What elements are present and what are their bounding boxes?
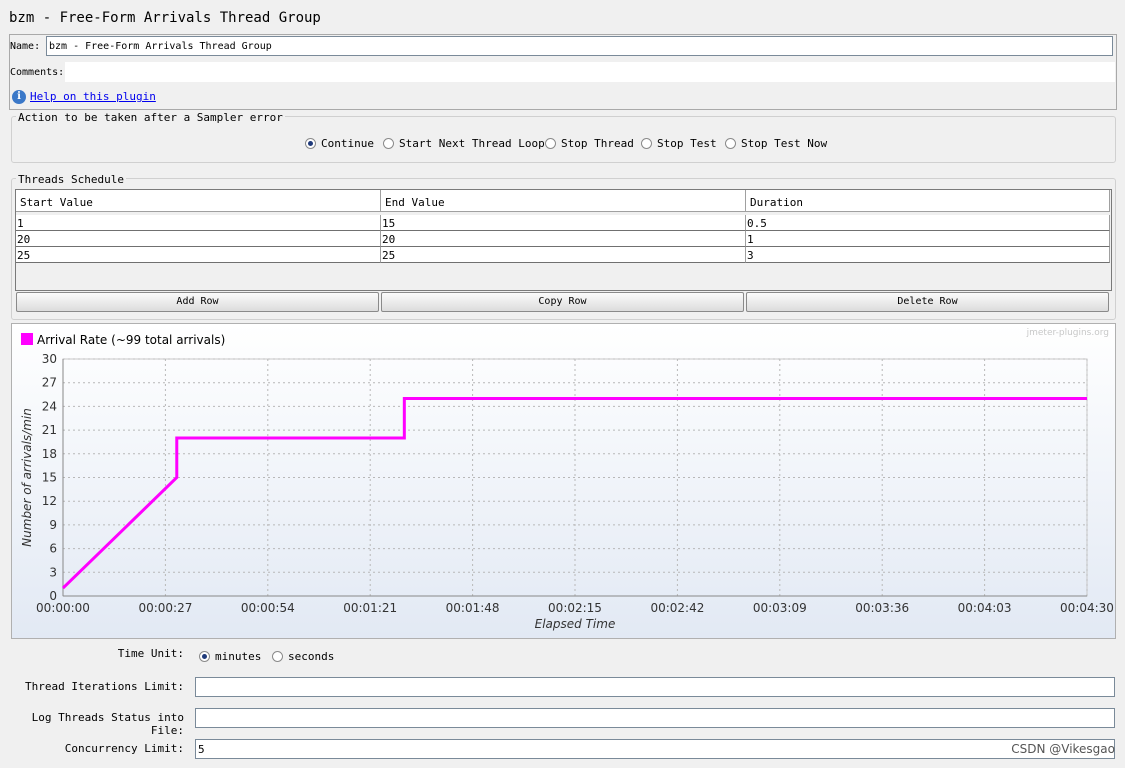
- chart-watermark: jmeter-plugins.org: [1026, 328, 1109, 338]
- y-tick-label: 30: [42, 352, 57, 366]
- table-cell[interactable]: 20: [381, 231, 746, 247]
- y-tick-label: 6: [49, 542, 57, 556]
- arrival-rate-chart: 0 3 6 9 12 15 18 21 24 27 30 00:00:00 00:00:27 00:00:…: [11, 323, 1116, 639]
- x-tick-label: 00:01:48: [446, 601, 500, 615]
- add-row-button[interactable]: Add Row: [16, 292, 379, 312]
- log-status-label: Log Threads Status into File:: [31, 711, 184, 737]
- table-cell[interactable]: 1: [16, 215, 381, 231]
- radio-minutes-label: minutes: [215, 650, 262, 663]
- y-tick-label: 3: [49, 565, 57, 579]
- name-input[interactable]: [46, 36, 1113, 56]
- y-tick-label: 24: [42, 399, 57, 413]
- legend-label: Arrival Rate (~99 total arrivals): [37, 333, 225, 347]
- iterations-label: Thread Iterations Limit:: [25, 680, 184, 693]
- info-icon: i: [12, 90, 26, 104]
- radio-continue[interactable]: [305, 138, 316, 149]
- table-cell[interactable]: 20: [16, 231, 381, 247]
- delete-row-button[interactable]: Delete Row: [746, 292, 1109, 312]
- y-tick-label: 21: [42, 423, 57, 437]
- x-tick-label: 00:00:27: [138, 601, 192, 615]
- concurrency-input[interactable]: [195, 739, 1115, 759]
- concurrency-label: Concurrency Limit:: [64, 742, 184, 755]
- help-link[interactable]: Help on this plugin: [30, 90, 156, 103]
- schedule-table: Start Value End Value Duration 1 15 0.5 …: [15, 189, 1112, 291]
- x-tick-label: 00:04:30: [1060, 601, 1114, 615]
- radio-seconds[interactable]: [272, 651, 283, 662]
- table-cell[interactable]: 15: [381, 215, 746, 231]
- x-tick-label: 00:03:36: [855, 601, 909, 615]
- table-cell[interactable]: 3: [746, 247, 1110, 263]
- log-status-input[interactable]: [195, 708, 1115, 728]
- col-duration[interactable]: Duration: [746, 190, 1110, 212]
- radio-start-next-thread-loop-label: Start Next Thread Loop: [399, 137, 545, 150]
- chart-svg: 03691215182124273000:00:00 00:00:27 00:00:…: [12, 324, 1115, 638]
- page-title: bzm - Free-Form Arrivals Thread Group: [9, 10, 321, 26]
- radio-continue-label: Continue: [321, 137, 374, 150]
- y-tick-label: 18: [42, 447, 57, 461]
- y-tick-label: 9: [49, 518, 57, 532]
- radio-stop-test[interactable]: [641, 138, 652, 149]
- legend-swatch: [21, 333, 33, 345]
- col-start-value[interactable]: Start Value: [16, 190, 381, 212]
- copy-row-button[interactable]: Copy Row: [381, 292, 744, 312]
- y-axis-title: Number of arrivals/min: [20, 408, 34, 547]
- x-tick-label: 00:02:15: [548, 601, 602, 615]
- radio-stop-thread-label: Stop Thread: [561, 137, 634, 150]
- radio-stop-test-label: Stop Test: [657, 137, 717, 150]
- x-axis-title: Elapsed Time: [535, 617, 616, 631]
- y-tick-label: 15: [42, 471, 57, 485]
- radio-start-next-thread-loop[interactable]: [383, 138, 394, 149]
- y-tick-label: 12: [42, 494, 57, 508]
- iterations-input[interactable]: [195, 677, 1115, 697]
- radio-stop-thread[interactable]: [545, 138, 556, 149]
- table-cell[interactable]: 1: [746, 231, 1110, 247]
- name-label: Name:: [10, 41, 41, 52]
- x-tick-label: 00:04:03: [958, 601, 1012, 615]
- radio-stop-test-now-label: Stop Test Now: [741, 137, 828, 150]
- x-tick-label: 00:00:54: [241, 601, 295, 615]
- radio-stop-test-now[interactable]: [725, 138, 736, 149]
- time-unit-label: Time Unit:: [117, 647, 184, 660]
- sampler-error-legend: Action to be taken after a Sampler error: [16, 111, 285, 124]
- x-tick-label: 00:00:00: [36, 601, 90, 615]
- radio-minutes[interactable]: [199, 651, 210, 662]
- col-end-value[interactable]: End Value: [381, 190, 746, 212]
- x-tick-label: 00:01:21: [343, 601, 397, 615]
- y-tick-label: 27: [42, 376, 57, 390]
- threads-schedule-legend: Threads Schedule: [16, 173, 126, 186]
- chart-background: [12, 324, 1115, 638]
- comments-label: Comments:: [10, 67, 65, 78]
- csdn-watermark: CSDN @Vikesgao: [1011, 742, 1115, 756]
- radio-seconds-label: seconds: [288, 650, 335, 663]
- table-cell[interactable]: 25: [16, 247, 381, 263]
- table-cell[interactable]: 0.5: [746, 215, 1110, 231]
- comments-input[interactable]: [65, 62, 1115, 82]
- table-cell[interactable]: 25: [381, 247, 746, 263]
- x-tick-label: 00:02:42: [650, 601, 704, 615]
- x-tick-label: 00:03:09: [753, 601, 807, 615]
